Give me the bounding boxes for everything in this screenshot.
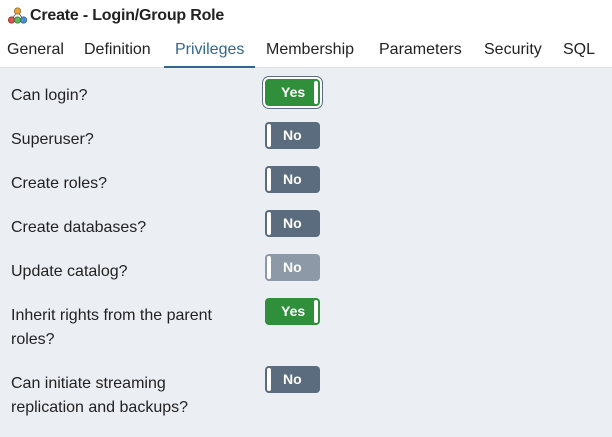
toggle-state-label: No [283, 371, 302, 387]
can-login-label: Can login? [11, 87, 88, 104]
toggle-knob [267, 124, 271, 147]
dialog-title: Create - Login/Group Role [30, 6, 225, 24]
tab-privileges[interactable]: Privileges [164, 31, 256, 68]
toggle-knob [267, 212, 271, 235]
update-catalog-label: Update catalog? [11, 263, 128, 280]
inherit-rights-label-line1: Inherit rights from the parent [11, 307, 212, 324]
replication-toggle[interactable]: No [265, 366, 320, 393]
toggle-knob [267, 168, 271, 191]
tab-bar: General Definition Privileges Membership… [0, 31, 612, 68]
replication-label-line1: Can initiate streaming [11, 375, 166, 392]
inherit-rights-label-line2: roles? [11, 331, 55, 348]
inherit-rights-label: Inherit rights from the parent roles? [11, 304, 212, 352]
toggle-knob [314, 81, 318, 104]
create-databases-toggle[interactable]: No [265, 210, 320, 237]
toggle-state-label: Yes [281, 84, 306, 100]
toggle-state-label: No [283, 171, 302, 187]
tab-membership[interactable]: Membership [266, 31, 354, 68]
create-roles-toggle[interactable]: No [265, 166, 320, 193]
replication-label: Can initiate streaming replication and b… [11, 372, 188, 420]
update-catalog-toggle: No [265, 254, 320, 281]
toggle-state-label: No [283, 215, 302, 231]
toggle-state-label: Yes [281, 303, 306, 319]
toggle-knob [267, 256, 271, 279]
create-databases-label: Create databases? [11, 219, 147, 236]
title-bar: Create - Login/Group Role [0, 0, 612, 31]
tab-general[interactable]: General [7, 31, 64, 68]
toggle-state-label: No [283, 259, 302, 275]
tab-parameters[interactable]: Parameters [379, 31, 462, 68]
tab-sql[interactable]: SQL [563, 31, 595, 68]
inherit-rights-toggle[interactable]: Yes [265, 298, 320, 325]
superuser-label: Superuser? [11, 131, 94, 148]
tab-definition[interactable]: Definition [84, 31, 151, 68]
superuser-toggle[interactable]: No [265, 122, 320, 149]
group-role-icon [7, 6, 28, 25]
tab-security[interactable]: Security [484, 31, 542, 68]
toggle-state-label: No [283, 127, 302, 143]
toggle-knob [314, 300, 318, 323]
create-roles-label: Create roles? [11, 175, 108, 192]
toggle-knob [267, 368, 271, 391]
replication-label-line2: replication and backups? [11, 399, 189, 416]
can-login-toggle[interactable]: Yes [265, 79, 320, 106]
